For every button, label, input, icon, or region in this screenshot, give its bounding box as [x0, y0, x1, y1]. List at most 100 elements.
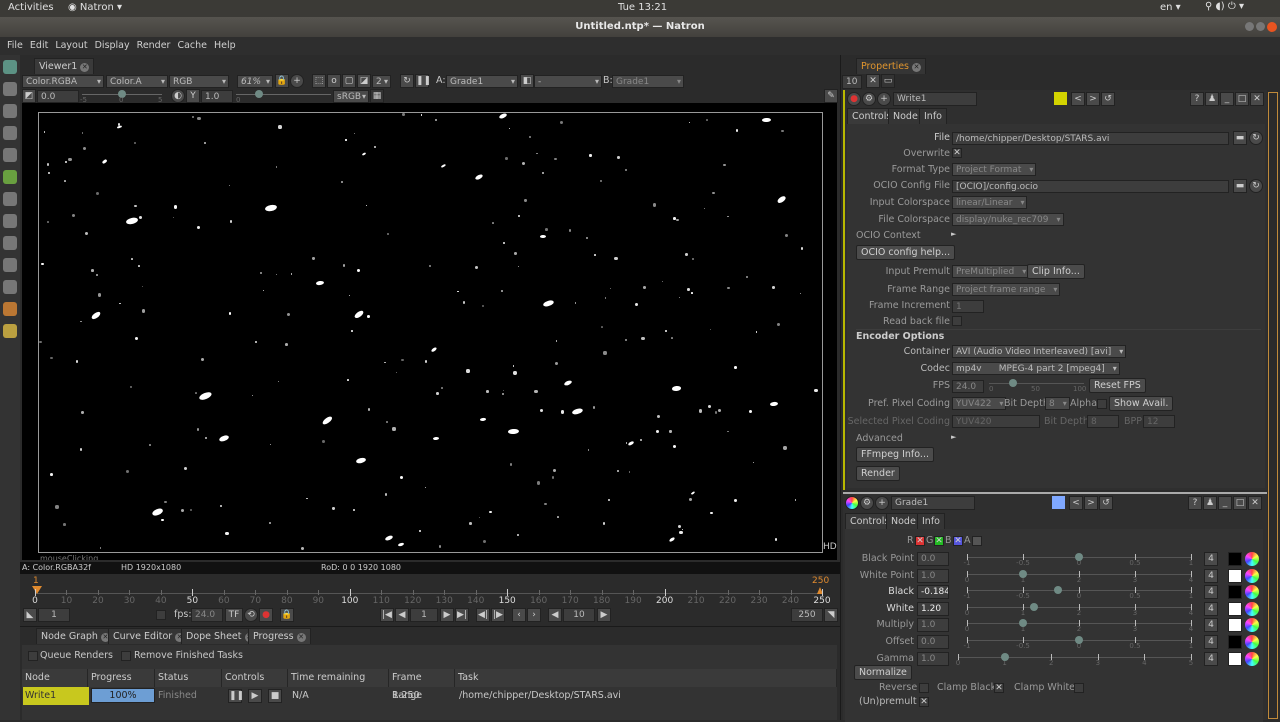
column-progress[interactable]: Progress — [88, 669, 155, 687]
color-nodes-icon[interactable] — [3, 148, 17, 162]
frame-range-select[interactable]: Project frame range — [952, 283, 1061, 296]
keyer-nodes-icon[interactable] — [3, 192, 17, 206]
slider-handle[interactable] — [1075, 636, 1083, 644]
pref-pixel-coding-select[interactable]: YUV422 — [952, 397, 1007, 410]
tab-node-graph[interactable]: Node Graph ✕ — [36, 628, 115, 644]
tab-info[interactable]: Info — [919, 108, 947, 124]
user-roi-icon[interactable]: o — [327, 74, 341, 88]
color-swatch[interactable] — [1228, 568, 1242, 583]
minimize-panel-icon[interactable]: _ — [1220, 92, 1234, 106]
input-colorspace-select[interactable]: linear/Linear — [952, 196, 1028, 209]
color-swatch[interactable] — [1228, 618, 1242, 633]
zoom-fit-icon[interactable]: + — [290, 74, 304, 88]
param-value-field[interactable]: -0.1840 — [917, 585, 949, 600]
viewer-image[interactable] — [38, 112, 823, 553]
menu-layout[interactable]: Layout — [55, 40, 87, 51]
app-menu[interactable]: ◉ Natron ▾ — [68, 2, 122, 13]
codec-select[interactable]: mp4v MPEG-4 part 2 [mpeg4] — [952, 362, 1120, 375]
properties-scrollbar[interactable] — [1268, 92, 1278, 719]
remove-finished-checkbox[interactable] — [121, 651, 131, 661]
refresh-icon[interactable]: ↻ — [400, 74, 414, 88]
input-a-select[interactable]: Grade1 — [446, 75, 518, 88]
tab-properties[interactable]: Properties ✕ — [856, 58, 927, 74]
show-avail-button[interactable]: Show Avail. — [1109, 396, 1174, 411]
color-wheel-icon[interactable] — [1245, 585, 1259, 600]
reset-fps-button[interactable]: Reset FPS — [1089, 378, 1146, 393]
color-swatch[interactable] — [1228, 552, 1242, 566]
redo-icon[interactable]: > — [1084, 496, 1098, 510]
param-slider[interactable]: -1 -0.5 0 0.5 1 — [964, 552, 1193, 568]
next-increment-icon[interactable]: ▶ — [597, 608, 611, 622]
param-slider[interactable]: 0 1 2 3 4 — [965, 602, 1193, 618]
color-swatch[interactable] — [1228, 635, 1242, 649]
color-wheel-icon[interactable] — [1245, 651, 1259, 666]
views-nodes-icon[interactable] — [3, 258, 17, 272]
unpremult-checkbox[interactable]: ✕ — [919, 697, 929, 707]
slider-handle[interactable] — [1000, 652, 1009, 661]
expand-arrow-icon[interactable]: ► — [951, 230, 956, 238]
color-wheel-icon[interactable] — [1245, 601, 1259, 616]
settings-icon[interactable]: ⚙ — [860, 496, 874, 510]
merge-nodes-icon[interactable] — [3, 214, 17, 228]
menu-display[interactable]: Display — [95, 40, 130, 51]
colorspace-select[interactable]: sRGB — [333, 90, 369, 103]
folder-icon[interactable]: ▬ — [1233, 179, 1247, 193]
folder-icon[interactable]: ▬ — [1233, 131, 1247, 145]
reload-icon[interactable]: ↻ — [1249, 131, 1263, 145]
dimension-toggle-button[interactable]: 4 — [1204, 552, 1218, 566]
last-frame-field[interactable]: 250 — [791, 608, 823, 622]
float-panel-icon[interactable]: □ — [1233, 496, 1247, 510]
help-icon[interactable]: ? — [1190, 92, 1204, 106]
restore-defaults-icon[interactable]: ↺ — [1099, 496, 1113, 510]
frame-increment-field[interactable]: 1 — [952, 300, 984, 313]
plugins-nodes-icon[interactable] — [3, 324, 17, 338]
channel-checkbox-b[interactable]: ✕ — [953, 536, 963, 546]
gain-toggle-icon[interactable]: ◩ — [22, 89, 36, 103]
param-value-field[interactable]: 0.0 — [917, 552, 949, 566]
menu-file[interactable]: File — [7, 40, 23, 51]
color-swatch[interactable] — [1228, 585, 1242, 600]
zoom-select[interactable]: 61% — [237, 75, 273, 88]
next-frame-icon[interactable]: ▶ — [440, 608, 454, 622]
image-nodes-icon[interactable] — [3, 60, 17, 74]
undo-icon[interactable]: < — [1069, 496, 1083, 510]
fps-field[interactable]: 24.0 — [191, 608, 223, 622]
menu-render[interactable]: Render — [137, 40, 171, 51]
dimension-toggle-button[interactable]: 4 — [1204, 618, 1218, 633]
pause-icon[interactable]: ❚❚ — [228, 689, 244, 703]
play-icon[interactable]: ▶ — [248, 689, 262, 703]
param-slider[interactable]: 012345 — [956, 652, 1193, 668]
channel-checkbox-r[interactable]: ✕ — [915, 536, 925, 546]
last-frame-icon[interactable]: ▶| — [455, 608, 469, 622]
ffmpeg-info-button[interactable]: FFmpeg Info... — [856, 447, 934, 462]
first-frame-icon[interactable]: |◀ — [380, 608, 394, 622]
slider-handle[interactable] — [1054, 586, 1063, 595]
slider-handle[interactable] — [1030, 602, 1039, 611]
transform-nodes-icon[interactable] — [3, 236, 17, 250]
frame-increment-field[interactable]: 10 — [563, 608, 595, 622]
gmic-nodes-icon[interactable] — [3, 302, 17, 316]
param-slider[interactable]: -1 -0.5 0 0.5 1 — [964, 585, 1193, 601]
composite-operator-icon[interactable]: ◧ — [520, 74, 534, 88]
clamp-white-checkbox[interactable] — [1074, 683, 1084, 693]
close-panel-icon[interactable]: ✕ — [1250, 92, 1264, 106]
param-slider[interactable]: -1 -0.5 0 0.5 1 — [964, 635, 1193, 651]
channel-checkbox-a[interactable] — [972, 536, 982, 546]
dimension-toggle-button[interactable]: 4 — [1204, 585, 1218, 600]
current-frame-field[interactable]: 1 — [410, 608, 438, 622]
fps-lock-checkbox[interactable] — [156, 610, 166, 620]
color-picker-icon[interactable]: ✎ — [824, 89, 838, 103]
render-button[interactable]: Render — [856, 466, 900, 481]
color-wheel-icon[interactable] — [1245, 635, 1259, 649]
minimize-all-panels-icon[interactable]: ▭ — [881, 74, 895, 88]
slider-handle[interactable] — [1075, 553, 1083, 561]
clip-to-project-icon[interactable]: ⬚ — [312, 74, 326, 88]
tab-info[interactable]: Info — [917, 513, 945, 529]
menu-cache[interactable]: Cache — [177, 40, 207, 51]
table-row[interactable]: Write1 100% Finished ❚❚ ▶ ■ N/A 1-250 /h… — [22, 687, 837, 705]
param-value-field[interactable]: 0.0 — [917, 635, 949, 649]
ocio-file-field[interactable]: [OCIO]/config.ocio — [952, 180, 1229, 193]
tab-dope-sheet[interactable]: Dope Sheet✕ — [181, 628, 259, 644]
param-value-field[interactable]: 1.0 — [917, 651, 949, 666]
slider-handle[interactable] — [1019, 569, 1027, 578]
